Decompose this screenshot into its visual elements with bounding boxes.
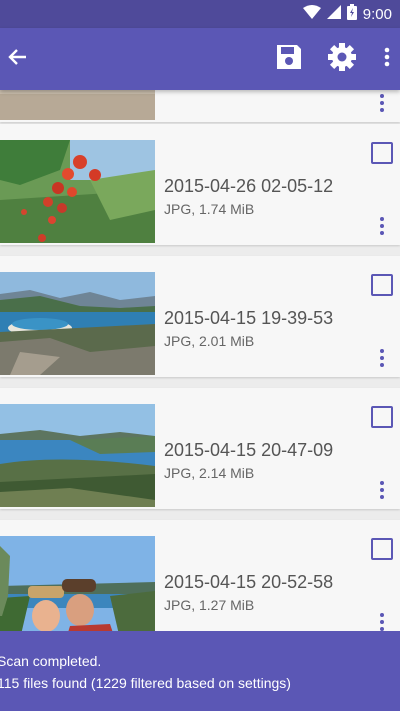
file-thumbnail (0, 404, 155, 507)
file-more-button[interactable] (372, 91, 392, 115)
battery-icon (346, 3, 357, 25)
file-meta: JPG, 1.74 MiB (164, 201, 255, 217)
file-meta: JPG, 2.14 MiB (164, 465, 255, 481)
settings-button[interactable] (324, 28, 360, 90)
file-date: 2015-04-26 02-05-12 (164, 176, 334, 196)
file-date: 2015-04-15 20-47-09 (164, 440, 334, 460)
save-icon (275, 43, 303, 76)
file-date: 2015-04-15 20-52-58 (164, 572, 334, 592)
file-select-checkbox[interactable] (371, 538, 393, 560)
file-meta: JPG, 2.01 MiB (164, 333, 255, 349)
file-thumbnail (0, 272, 155, 375)
files-found-text: 115 files found (1229 filtered based on … (0, 675, 291, 691)
wifi-icon (302, 4, 321, 24)
file-card[interactable]: 2015-04-15 20-47-09 JPG, 2.14 MiB (0, 388, 400, 509)
file-select-checkbox[interactable] (371, 142, 393, 164)
recovered-files-list: 2015-04-26 02-05-12 JPG, 1.74 MiB 2015-0… (0, 90, 400, 631)
file-more-button[interactable] (372, 346, 392, 370)
file-more-button[interactable] (372, 214, 392, 238)
file-card-partial[interactable] (0, 90, 400, 122)
status-time: 9:00 (362, 5, 392, 23)
file-more-button[interactable] (372, 478, 392, 502)
app-bar (0, 28, 400, 90)
file-thumbnail (0, 140, 155, 243)
arrow-left-icon (8, 47, 28, 72)
file-card[interactable]: 2015-04-15 20-52-58 JPG, 1.27 MiB (0, 520, 400, 631)
file-date: 2015-04-15 19-39-53 (164, 308, 334, 328)
save-button[interactable] (270, 28, 308, 90)
status-icons: 9:00 (302, 3, 392, 25)
file-card[interactable]: 2015-04-26 02-05-12 JPG, 1.74 MiB (0, 124, 400, 245)
file-meta: JPG, 1.27 MiB (164, 597, 255, 613)
gear-icon (327, 42, 357, 77)
back-button[interactable] (0, 28, 36, 90)
cell-signal-icon (326, 4, 341, 24)
file-thumbnail (0, 90, 155, 120)
more-options-button[interactable] (374, 28, 400, 90)
file-thumbnail (0, 536, 155, 631)
file-select-checkbox[interactable] (371, 274, 393, 296)
more-vertical-icon (384, 47, 390, 72)
file-select-checkbox[interactable] (371, 406, 393, 428)
scan-status-text: Scan completed. (0, 653, 102, 669)
file-more-button[interactable] (372, 610, 392, 631)
file-card[interactable]: 2015-04-15 19-39-53 JPG, 2.01 MiB (0, 256, 400, 377)
scan-status-footer: Scan completed. 115 files found (1229 fi… (0, 631, 400, 711)
status-bar: 9:00 (0, 0, 400, 28)
